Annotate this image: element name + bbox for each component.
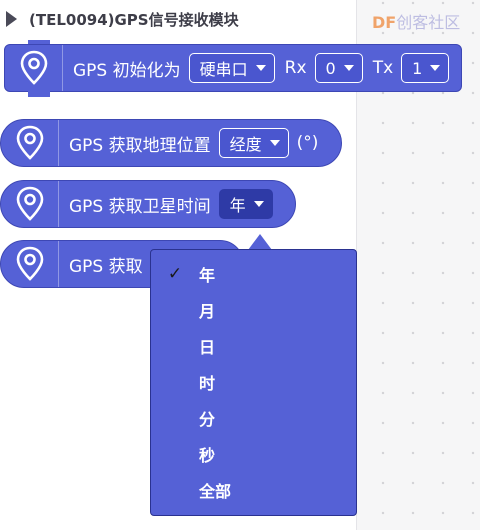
category-header[interactable]: (TEL0094)GPS信号接收模块	[6, 8, 239, 30]
menu-item-hour[interactable]: 时	[151, 367, 356, 397]
checkmark-icon: ✓	[167, 264, 183, 284]
menu-item-all[interactable]: 全部	[151, 475, 356, 505]
caret-down-icon	[253, 201, 264, 207]
degree-unit: (°)	[296, 133, 319, 153]
rx-label: Rx	[284, 58, 307, 78]
menu-item-label: 秒	[199, 446, 216, 465]
gps-location-label: GPS 获取地理位置	[69, 135, 211, 156]
location-pin-icon	[16, 125, 43, 160]
coordinate-value: 经度	[229, 135, 262, 154]
menu-item-label: 时	[199, 374, 216, 393]
coordinate-dropdown[interactable]: 经度	[218, 128, 289, 158]
category-title: (TEL0094)GPS信号接收模块	[29, 10, 239, 29]
gps-init-block[interactable]: GPS 初始化为 硬串口 Rx 0 Tx 1	[4, 44, 462, 92]
watermark-text: 创客社区	[396, 13, 461, 32]
watermark-brand: DF	[372, 13, 397, 32]
block-icon-slot	[1, 181, 59, 227]
location-pin-icon	[16, 186, 43, 221]
serial-port-value: 硬串口	[199, 60, 248, 79]
menu-item-month[interactable]: 月	[151, 295, 356, 325]
caret-down-icon	[430, 65, 441, 71]
block-icon-slot	[1, 241, 59, 287]
gps-location-block[interactable]: GPS 获取地理位置 经度 (°)	[0, 119, 342, 167]
gps-get-label: GPS 获取	[69, 256, 143, 277]
menu-item-year[interactable]: ✓ 年	[151, 259, 356, 289]
location-pin-icon	[16, 246, 43, 281]
gps-time-block[interactable]: GPS 获取卫星时间 年	[0, 180, 296, 228]
time-unit-dropdown[interactable]: 年	[218, 189, 273, 219]
gps-init-label: GPS 初始化为	[73, 60, 181, 81]
tx-label: Tx	[372, 58, 394, 78]
block-icon-slot	[5, 45, 63, 91]
rx-pin-dropdown[interactable]: 0	[314, 53, 363, 83]
menu-item-day[interactable]: 日	[151, 331, 356, 361]
menu-item-label: 月	[199, 302, 216, 321]
menu-item-second[interactable]: 秒	[151, 439, 356, 469]
menu-item-label: 日	[199, 338, 216, 357]
menu-item-label: 全部	[199, 482, 232, 501]
tx-pin-dropdown[interactable]: 1	[401, 53, 450, 83]
caret-down-icon	[343, 65, 354, 71]
gps-time-label: GPS 获取卫星时间	[69, 196, 211, 217]
watermark: DF创客社区	[372, 9, 460, 33]
location-pin-icon	[20, 50, 47, 85]
caret-down-icon	[255, 65, 266, 71]
menu-item-minute[interactable]: 分	[151, 403, 356, 433]
tx-pin-value: 1	[412, 58, 423, 78]
caret-down-icon	[269, 140, 280, 146]
rx-pin-value: 0	[325, 58, 336, 78]
time-unit-menu: ✓ 年 月 日 时 分 秒 全部	[150, 249, 357, 516]
time-unit-value: 年	[229, 196, 246, 215]
menu-item-label: 分	[199, 410, 216, 429]
block-icon-slot	[1, 120, 59, 166]
menu-item-label: 年	[199, 266, 216, 285]
serial-port-dropdown[interactable]: 硬串口	[188, 53, 275, 83]
menu-pointer	[248, 234, 272, 250]
block-connector	[28, 91, 50, 97]
collapse-arrow-icon[interactable]	[6, 11, 17, 27]
